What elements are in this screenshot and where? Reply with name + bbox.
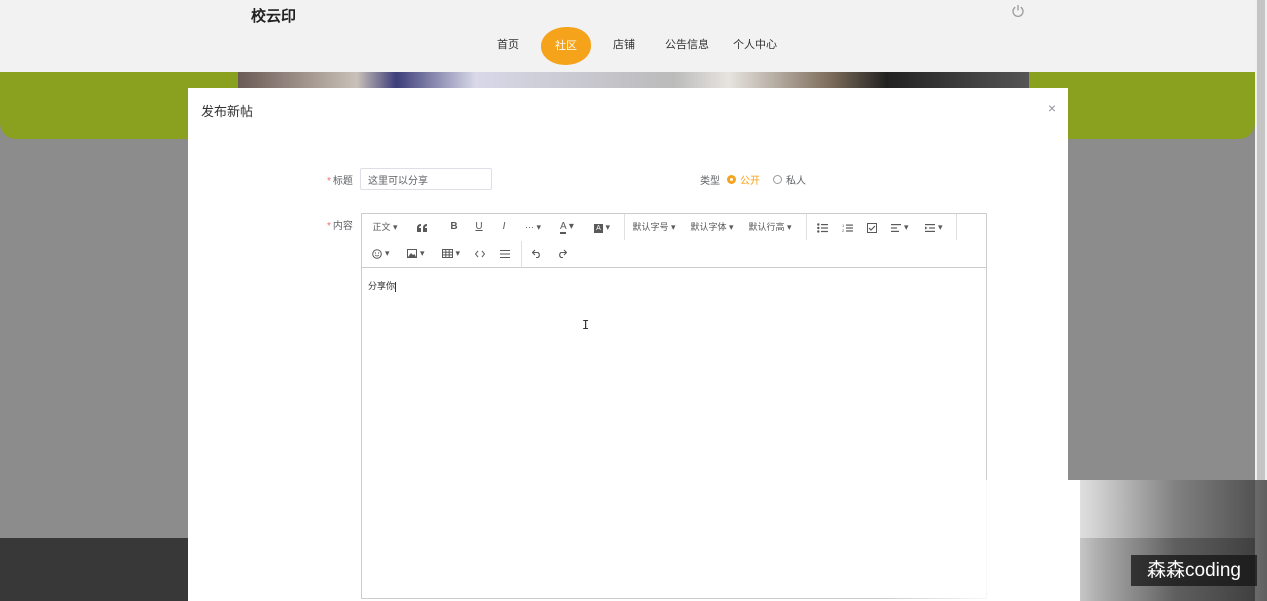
undo-icon[interactable] bbox=[529, 243, 545, 263]
svg-text:2: 2 bbox=[842, 228, 845, 233]
close-icon[interactable]: × bbox=[1048, 100, 1056, 116]
content-label: * 内容 bbox=[327, 221, 353, 232]
hero-image bbox=[238, 72, 1029, 88]
watermark-label: 森森coding bbox=[1131, 555, 1257, 586]
type-public-radio[interactable]: 公开 bbox=[727, 172, 760, 187]
redo-icon[interactable] bbox=[554, 243, 570, 263]
italic-icon[interactable]: I bbox=[496, 217, 512, 237]
dialog-title: 发布新帖 bbox=[201, 104, 254, 119]
power-icon[interactable] bbox=[1011, 4, 1025, 18]
title-label: * 标题 bbox=[327, 176, 353, 187]
underline-icon[interactable]: U bbox=[471, 217, 487, 237]
nav-shop[interactable]: 店铺 bbox=[613, 36, 635, 54]
nav-user-center[interactable]: 个人中心 bbox=[733, 36, 777, 54]
table-icon[interactable]: ▾ bbox=[440, 243, 462, 263]
nav-community[interactable]: 社区 bbox=[541, 27, 591, 65]
align-icon[interactable]: ▾ bbox=[889, 217, 911, 237]
more-icon[interactable]: ··· ▾ bbox=[522, 217, 544, 237]
todo-icon[interactable] bbox=[864, 217, 880, 237]
font-size-dropdown[interactable]: 默认字号 ▾ bbox=[632, 217, 676, 237]
text-caret bbox=[395, 281, 397, 292]
nav-announcements[interactable]: 公告信息 bbox=[665, 36, 709, 54]
bold-icon[interactable]: B bbox=[446, 217, 462, 237]
indent-icon[interactable]: ▾ bbox=[923, 217, 945, 237]
editor-content[interactable]: 分享你 bbox=[368, 279, 397, 292]
code-icon[interactable] bbox=[472, 243, 488, 263]
quote-icon[interactable] bbox=[414, 217, 430, 237]
title-input[interactable] bbox=[360, 168, 492, 190]
type-label: 类型 bbox=[700, 176, 720, 187]
emoji-icon[interactable]: ▾ bbox=[370, 243, 392, 263]
site-logo: 校云印 bbox=[251, 8, 297, 25]
divider-icon[interactable] bbox=[497, 243, 513, 263]
type-private-radio[interactable]: 私人 bbox=[773, 172, 806, 187]
editor-toolbar: 正文 ▾ B U I ··· ▾ A ▾ A ▾ 默认字号 ▾ 默认字体 ▾ 默… bbox=[362, 214, 986, 268]
bullet-list-icon[interactable] bbox=[814, 217, 830, 237]
heading-dropdown[interactable]: 正文 ▾ bbox=[370, 217, 400, 237]
ibeam-cursor-icon: I bbox=[582, 318, 590, 332]
font-color-icon[interactable]: A ▾ bbox=[556, 217, 578, 237]
scrollbar-thumb[interactable] bbox=[1257, 0, 1265, 480]
bg-color-icon[interactable]: A ▾ bbox=[591, 217, 613, 237]
font-family-dropdown[interactable]: 默认字体 ▾ bbox=[690, 217, 734, 237]
nav-home[interactable]: 首页 bbox=[497, 36, 519, 54]
image-icon[interactable]: ▾ bbox=[405, 243, 427, 263]
line-height-dropdown[interactable]: 默认行高 ▾ bbox=[748, 217, 792, 237]
numbered-list-icon[interactable]: 12 bbox=[839, 217, 855, 237]
